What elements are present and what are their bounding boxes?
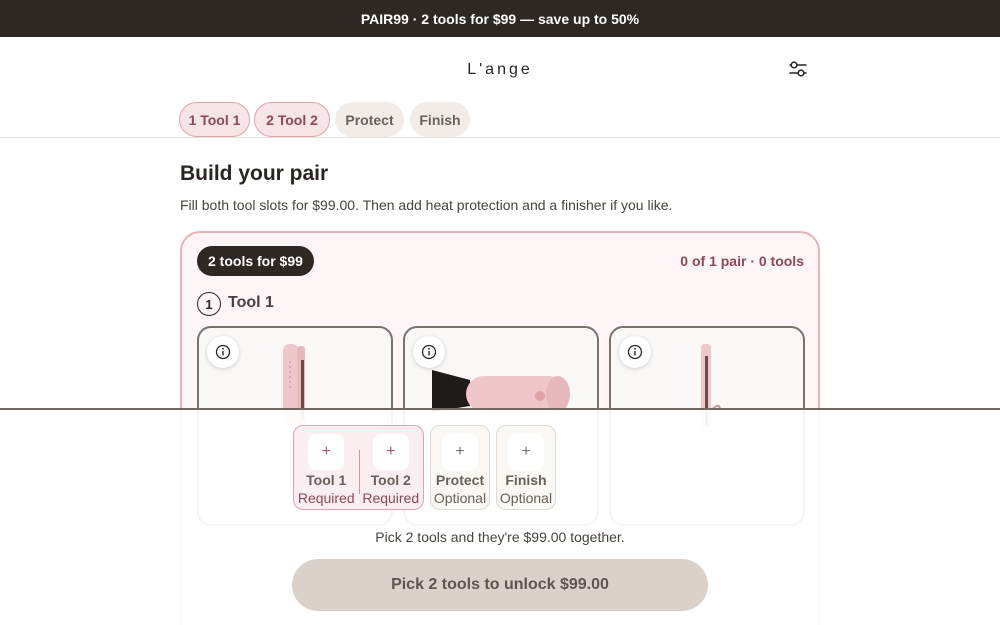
- step-navigation: 1 Tool 1 2 Tool 2 Protect Finish: [0, 101, 1000, 138]
- brand-logo[interactable]: L'ange: [0, 61, 1000, 79]
- tray-slot-finish[interactable]: + Finish Optional: [496, 425, 556, 510]
- info-icon[interactable]: [207, 336, 239, 368]
- tray-slot-tool-1[interactable]: + Tool 1 Required: [294, 426, 359, 509]
- tray-slot-status: Optional: [499, 490, 553, 506]
- tray-slot-protect[interactable]: + Protect Optional: [430, 425, 490, 510]
- add-finish-button[interactable]: +: [508, 434, 544, 470]
- tray-slot-status: Required: [362, 490, 420, 506]
- info-icon[interactable]: [413, 336, 445, 368]
- tray-slot-tool-2[interactable]: + Tool 2 Required: [359, 426, 424, 509]
- promo-banner: PAIR99 · 2 tools for $99 — save up to 50…: [0, 0, 1000, 37]
- selection-tray: + Tool 1 Required + Tool 2 Required + Pr…: [0, 408, 1000, 625]
- slot-label: Tool 1: [228, 294, 274, 311]
- tray-slot-name: Finish: [505, 472, 547, 488]
- add-protect-button[interactable]: +: [442, 434, 478, 470]
- tray-slot-name: Tool 1: [306, 472, 347, 488]
- tray-hint: Pick 2 tools and they're $99.00 together…: [375, 529, 625, 545]
- sliders-icon[interactable]: [786, 57, 810, 81]
- tray-slot-status: Optional: [433, 490, 487, 506]
- info-icon[interactable]: [619, 336, 651, 368]
- deal-badge: 2 tools for $99: [197, 246, 314, 276]
- unlock-pair-button[interactable]: Pick 2 tools to unlock $99.00: [292, 559, 708, 611]
- page-title: Build your pair: [180, 162, 329, 185]
- add-tool-1-button[interactable]: +: [308, 434, 345, 470]
- site-header: L'ange: [0, 37, 1000, 101]
- step-tab-protect[interactable]: Protect: [335, 102, 404, 137]
- tray-slot-name: Tool 2: [370, 472, 411, 488]
- page-subtitle: Fill both tool slots for $99.00. Then ad…: [180, 197, 673, 213]
- step-tab-tool-2[interactable]: 2 Tool 2: [254, 102, 330, 137]
- slot-number: 1: [197, 292, 221, 316]
- tray-slot-name: Protect: [435, 472, 485, 488]
- step-tab-tool-1[interactable]: 1 Tool 1: [179, 102, 250, 137]
- required-tools-group: + Tool 1 Required + Tool 2 Required: [293, 425, 424, 510]
- promo-text: PAIR99 · 2 tools for $99 — save up to 50…: [360, 10, 640, 27]
- pair-progress: 0 of 1 pair · 0 tools: [680, 253, 804, 269]
- add-tool-2-button[interactable]: +: [372, 434, 409, 470]
- tray-slot-status: Required: [297, 490, 355, 506]
- step-tab-finish[interactable]: Finish: [410, 102, 470, 137]
